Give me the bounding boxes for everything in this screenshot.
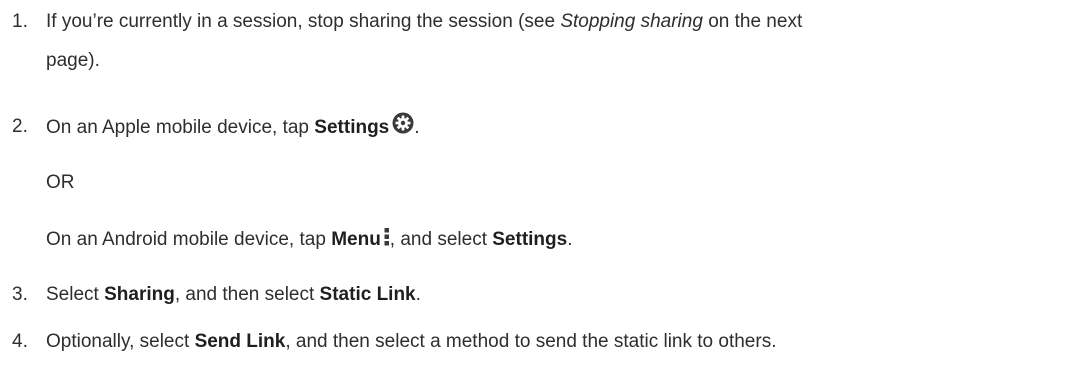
step-2-text-start: On an Apple mobile device, tap	[46, 117, 315, 138]
step-text: If you’re currently in a session, stop s…	[46, 7, 802, 37]
step-number: 4.	[12, 331, 28, 352]
android-text-mid: , and select	[389, 229, 493, 250]
step-3-text-end: .	[415, 284, 421, 305]
step-number: 1.	[12, 11, 28, 32]
step-1-text-end: on the next	[702, 11, 803, 32]
step-text: Select Sharing, and then select Static L…	[46, 280, 421, 310]
step-3-text-start: Select	[46, 284, 105, 305]
gear-icon	[392, 112, 414, 134]
android-text-end: .	[567, 229, 573, 250]
cross-reference-link[interactable]: Stopping sharing	[560, 11, 703, 32]
settings-label: Settings	[492, 229, 568, 250]
step-text: On an Apple mobile device, tap Settings …	[46, 112, 420, 143]
step-4-text-start: Optionally, select	[46, 331, 195, 352]
step-number: 2.	[12, 116, 28, 137]
step-1-line2: page).	[46, 50, 100, 71]
android-text-start: On an Android mobile device, tap	[46, 229, 332, 250]
instruction-document: 1. If you’re currently in a session, sto…	[0, 0, 1084, 371]
step-4-text-end: , and then select a method to send the s…	[285, 331, 777, 352]
step-number: 3.	[12, 284, 28, 305]
step-2-text-end: .	[414, 117, 420, 138]
sharing-label: Sharing	[104, 284, 175, 305]
send-link-label: Send Link	[194, 331, 286, 352]
step-text: Optionally, select Send Link, and then s…	[46, 327, 776, 357]
settings-label: Settings	[314, 117, 390, 138]
or-text: OR	[46, 172, 75, 193]
step-text: On an Android mobile device, tap Menu , …	[46, 225, 572, 255]
step-3-text-mid: , and then select	[174, 284, 320, 305]
static-link-label: Static Link	[319, 284, 416, 305]
step-1-text-start: If you’re currently in a session, stop s…	[46, 11, 561, 32]
menu-label: Menu	[331, 229, 381, 250]
